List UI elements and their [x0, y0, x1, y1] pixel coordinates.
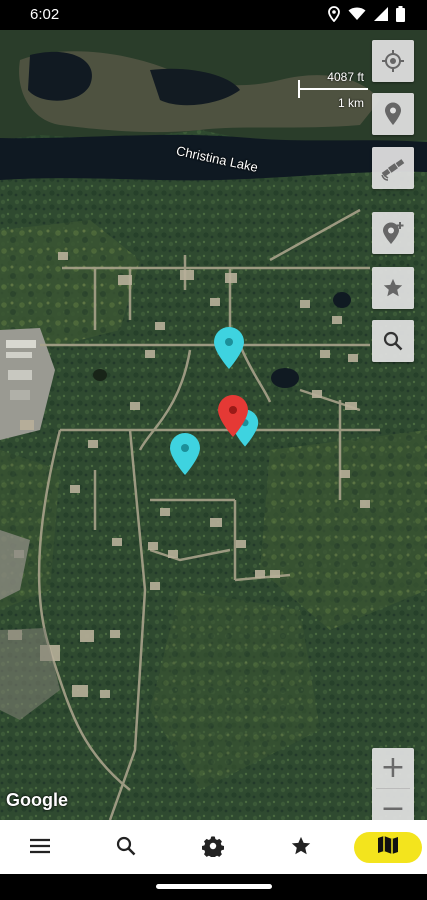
search-icon: [383, 331, 403, 351]
place-pin-icon: [384, 102, 402, 126]
system-gesture-area: [0, 874, 427, 900]
satellite-layer-button[interactable]: [372, 147, 414, 189]
add-location-button[interactable]: [372, 212, 414, 254]
place-pin-button[interactable]: [372, 93, 414, 135]
settings-icon: [202, 835, 224, 862]
satellite-icon: [380, 155, 406, 181]
nav-favorites-button[interactable]: [281, 828, 321, 868]
map-search-button[interactable]: [372, 320, 414, 362]
signal-icon: [374, 7, 388, 21]
my-location-icon: [382, 50, 404, 72]
google-logo: Google: [6, 790, 68, 810]
wifi-icon: [348, 7, 366, 21]
home-gesture-handle[interactable]: [156, 884, 272, 889]
nav-menu-button[interactable]: [20, 828, 60, 868]
nav-search-button[interactable]: [106, 828, 146, 868]
menu-icon: [29, 838, 51, 859]
location-icon: [328, 6, 340, 22]
status-icons: [328, 6, 405, 22]
zoom-in-button[interactable]: +: [372, 748, 414, 788]
nav-map-button[interactable]: [354, 832, 422, 863]
zoom-controls: + −: [372, 748, 414, 820]
map-marker-cyan-1[interactable]: [212, 326, 246, 375]
favorites-icon: [290, 835, 312, 862]
favorite-star-icon: [382, 277, 404, 299]
scale-bar: [298, 80, 368, 98]
map-marker-cyan-3[interactable]: [168, 432, 202, 481]
nav-settings-button[interactable]: [193, 828, 233, 868]
scale-km-label: 1 km: [337, 96, 364, 110]
map-icon: [377, 835, 399, 860]
bottom-navigation: [0, 820, 427, 874]
favorites-map-button[interactable]: [372, 267, 414, 309]
zoom-out-button[interactable]: −: [372, 789, 414, 821]
add-location-icon: [381, 221, 405, 245]
search-icon: [116, 836, 136, 861]
status-time: 6:02: [30, 6, 60, 23]
my-location-button[interactable]: [372, 40, 414, 82]
app-screen: 6:02 Christina Lake 4087 ft 1 km + − Goo…: [0, 0, 427, 900]
map-marker-red[interactable]: [216, 394, 250, 443]
map-scale: 4087 ft 1 km: [298, 68, 368, 112]
battery-icon: [396, 6, 405, 22]
satellite-map[interactable]: Christina Lake 4087 ft 1 km + − Google: [0, 30, 427, 820]
status-bar: 6:02: [0, 0, 427, 30]
map-terrain: [0, 30, 427, 820]
scale-feet-label: 4087 ft: [327, 70, 364, 84]
